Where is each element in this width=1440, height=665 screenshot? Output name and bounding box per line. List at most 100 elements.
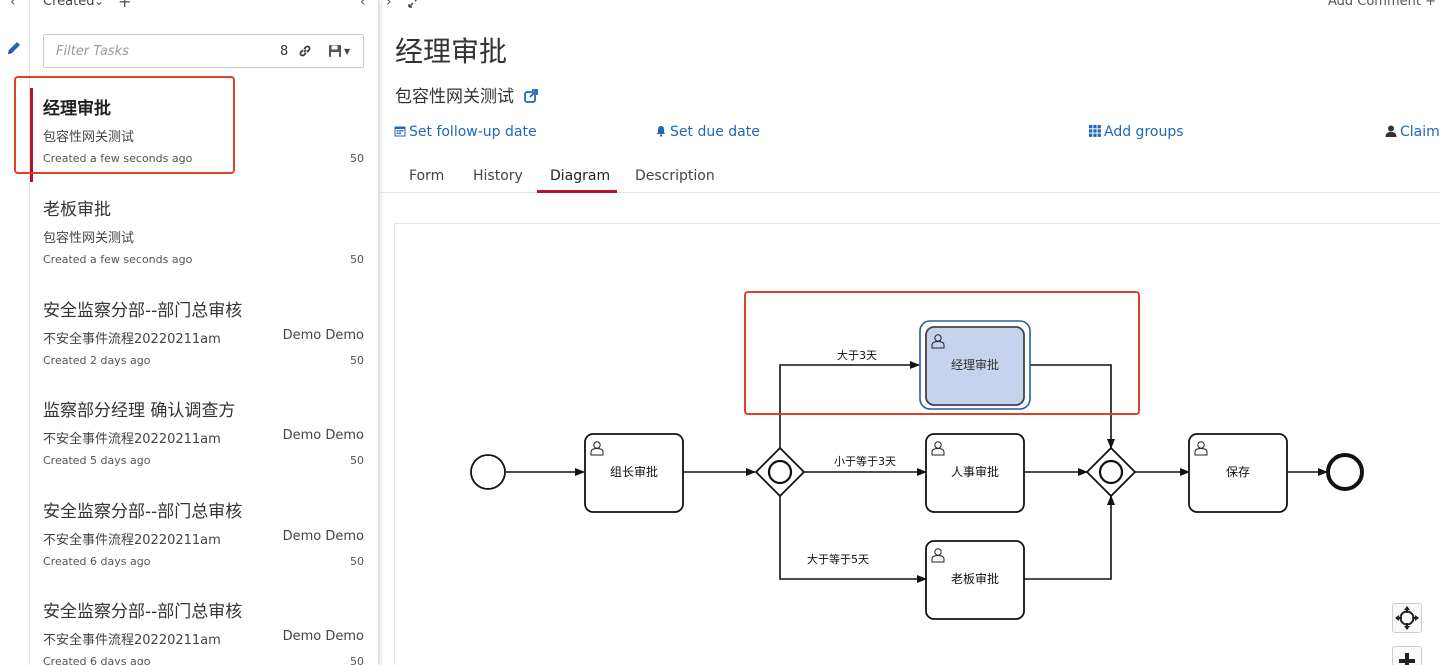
bell-icon xyxy=(656,126,666,137)
calendar-icon xyxy=(394,126,406,137)
flow-boss-to-join xyxy=(1024,495,1115,580)
end-event[interactable] xyxy=(1326,453,1364,491)
link-icon[interactable] xyxy=(298,44,312,58)
flow-label-le3: 小于等于3天 xyxy=(834,454,896,468)
task-item[interactable]: 监察部分经理 确认调查方 不安全事件流程20220211am Demo Demo… xyxy=(30,390,378,490)
task-created: Created 2 days ago xyxy=(43,354,151,367)
sort-label[interactable]: Created xyxy=(43,0,94,9)
task-created: Created a few seconds ago xyxy=(43,253,193,266)
set-due-date-button[interactable]: Set due date xyxy=(655,124,760,140)
tab-description[interactable]: Description xyxy=(635,168,715,184)
task-list-panel: Created ⌄ + ‹ 8 ▼ 经理审批 包容性网关测试 xyxy=(30,0,379,665)
inclusive-gateway-split[interactable] xyxy=(754,446,806,498)
task-priority: 50 xyxy=(350,354,364,367)
task-created: Created 6 days ago xyxy=(43,555,151,568)
task-assignee: Demo Demo xyxy=(282,629,364,644)
inclusive-gateway-join[interactable] xyxy=(1085,446,1137,498)
flow-label-gt3: 大于3天 xyxy=(837,348,877,362)
task-manager-label: 经理审批 xyxy=(951,357,999,372)
add-groups-button[interactable]: Add groups xyxy=(1089,124,1184,140)
set-follow-up-date-button[interactable]: Set follow-up date xyxy=(394,124,537,140)
flow-manager-to-join xyxy=(1030,364,1115,449)
external-link-icon[interactable] xyxy=(524,89,539,103)
task-process: 不安全事件流程20220211am xyxy=(43,332,221,347)
claim-label: Claim xyxy=(1400,124,1440,140)
claim-button[interactable]: Claim xyxy=(1385,124,1440,140)
task-leader-approval[interactable]: 组长审批 xyxy=(584,433,684,513)
expand-list-chevron-icon[interactable]: › xyxy=(386,0,392,10)
add-comment-label: Add Comment xyxy=(1327,0,1421,9)
save-caret-icon[interactable]: ▼ xyxy=(344,47,350,56)
task-priority: 50 xyxy=(350,655,364,665)
task-process: 不安全事件流程20220211am xyxy=(43,633,221,648)
task-title: 安全监察分部--部门总审核 xyxy=(43,301,243,321)
task-item[interactable]: 安全监察分部--部门总审核 不安全事件流程20220211am Demo Dem… xyxy=(30,591,378,665)
user-icon xyxy=(1385,125,1397,137)
task-process: 不安全事件流程20220211am xyxy=(43,432,221,447)
task-title: 老板审批 xyxy=(43,200,111,220)
add-sort-plus-icon[interactable]: + xyxy=(118,0,131,11)
tab-diagram[interactable]: Diagram xyxy=(550,168,610,184)
flow-ge5 xyxy=(779,496,927,583)
task-assignee: Demo Demo xyxy=(282,428,364,443)
task-title: 监察部分经理 确认调查方 xyxy=(43,401,236,421)
task-priority: 50 xyxy=(350,253,364,266)
task-boss-label: 老板审批 xyxy=(951,571,999,586)
task-hr-approval[interactable]: 人事审批 xyxy=(925,433,1025,513)
task-title: 经理审批 xyxy=(43,99,111,119)
reset-view-button[interactable] xyxy=(1392,603,1422,633)
task-item[interactable]: 安全监察分部--部门总审核 不安全事件流程20220211am Demo Dem… xyxy=(30,290,378,390)
task-hr-label: 人事审批 xyxy=(951,464,999,479)
tab-form[interactable]: Form xyxy=(409,168,444,184)
plus-icon xyxy=(1399,653,1415,665)
due-date-label: Set due date xyxy=(670,124,760,140)
bpmn-diagram: 大于3天 小于等于3天 大于等于5天 组长审批 经理审批 人事审批 老板审批 保… xyxy=(470,291,1364,620)
add-comment-button[interactable]: Add Comment + xyxy=(1328,0,1436,9)
task-assignee: Demo Demo xyxy=(282,529,364,544)
task-process: 包容性网关测试 xyxy=(43,231,135,246)
process-name: 包容性网关测试 xyxy=(395,87,514,107)
task-list-header: Created ⌄ + ‹ xyxy=(30,0,378,14)
tab-history[interactable]: History xyxy=(473,168,523,184)
filter-tasks-input[interactable] xyxy=(45,36,270,66)
fullscreen-icon[interactable] xyxy=(408,0,420,8)
bpmn-diagram-canvas[interactable]: 大于3天 小于等于3天 大于等于5天 组长审批 经理审批 人事审批 老板审批 保… xyxy=(394,223,1440,665)
collapse-list-chevron-icon[interactable]: ‹ xyxy=(360,0,366,10)
collapse-chevron-icon[interactable]: ‹ xyxy=(10,0,16,10)
task-created: Created 6 days ago xyxy=(43,655,151,665)
left-rail: ‹ xyxy=(0,0,30,665)
start-event[interactable] xyxy=(470,454,506,490)
task-name-title: 经理审批 xyxy=(395,35,508,68)
flow-gt3 xyxy=(779,361,920,448)
task-item[interactable]: 经理审批 包容性网关测试 Created a few seconds ago 5… xyxy=(30,88,378,188)
task-priority: 50 xyxy=(350,152,364,165)
task-manager-approval-active[interactable]: 经理审批 xyxy=(919,320,1031,410)
task-title: 安全监察分部--部门总审核 xyxy=(43,602,243,622)
zoom-in-button[interactable] xyxy=(1392,646,1422,665)
filter-count: 8 xyxy=(280,44,289,59)
task-created: Created 5 days ago xyxy=(43,454,151,467)
crosshair-icon xyxy=(1395,606,1419,630)
task-item[interactable]: 老板审批 包容性网关测试 Created a few seconds ago 5… xyxy=(30,189,378,289)
detail-tabs: Form History Diagram Description xyxy=(380,164,1440,193)
task-title: 安全监察分部--部门总审核 xyxy=(43,502,243,522)
active-tab-underline xyxy=(537,190,617,193)
task-save-label: 保存 xyxy=(1226,465,1250,479)
app-root: ‹ Created ⌄ + ‹ 8 ▼ xyxy=(0,0,1440,665)
task-priority: 50 xyxy=(350,555,364,568)
task-process: 不安全事件流程20220211am xyxy=(43,533,221,548)
flow-label-ge5: 大于等于5天 xyxy=(807,552,869,566)
task-priority: 50 xyxy=(350,454,364,467)
save-icon[interactable] xyxy=(328,44,342,58)
chevron-down-icon[interactable]: ⌄ xyxy=(94,0,104,8)
task-boss-approval[interactable]: 老板审批 xyxy=(925,540,1025,620)
task-leader-label: 组长审批 xyxy=(610,464,658,479)
follow-up-label: Set follow-up date xyxy=(409,124,537,140)
task-save[interactable]: 保存 xyxy=(1188,433,1288,513)
pencil-icon[interactable] xyxy=(6,40,22,56)
task-process: 包容性网关测试 xyxy=(43,130,135,145)
filter-box: 8 ▼ xyxy=(43,34,364,68)
task-created: Created a few seconds ago xyxy=(43,152,193,165)
process-name-link[interactable]: 包容性网关测试 xyxy=(395,82,539,107)
task-item[interactable]: 安全监察分部--部门总审核 不安全事件流程20220211am Demo Dem… xyxy=(30,491,378,591)
